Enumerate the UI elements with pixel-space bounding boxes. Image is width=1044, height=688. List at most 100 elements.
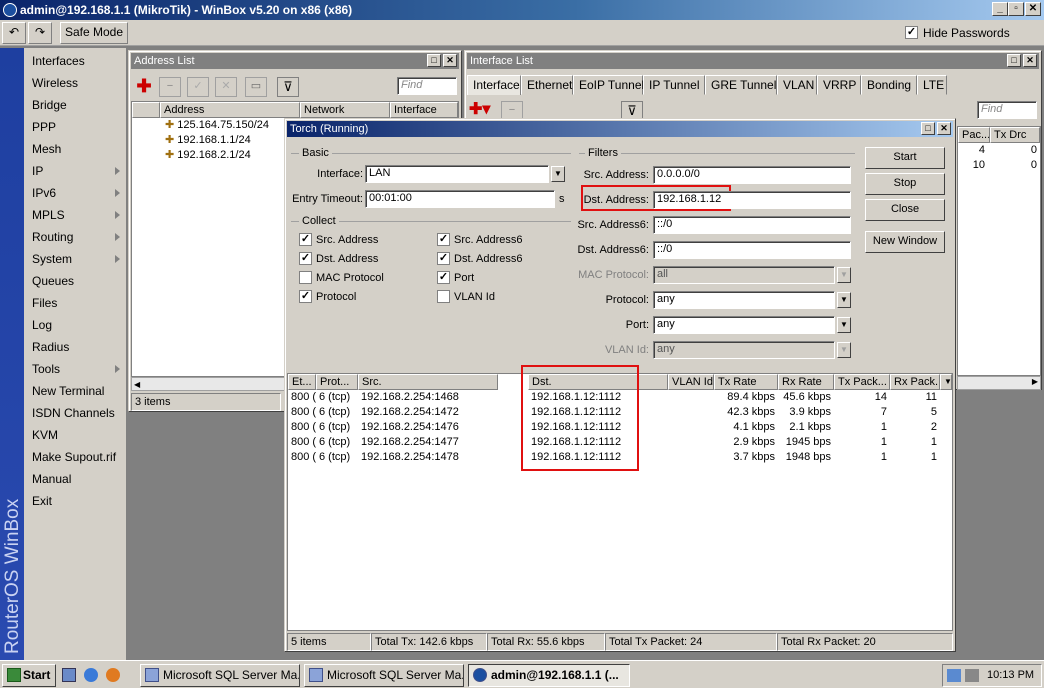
menu-item-tools[interactable]: Tools <box>24 358 126 380</box>
columns-menu-icon[interactable]: ▼ <box>940 374 952 390</box>
new-window-button[interactable]: New Window <box>865 231 945 253</box>
tray-app-icon[interactable] <box>965 669 979 682</box>
add-icon[interactable]: ✚ <box>133 77 155 97</box>
task-sql-server-2[interactable]: Microsoft SQL Server Ma... <box>304 664 464 687</box>
task-winbox[interactable]: admin@192.168.1.1 (... <box>468 664 630 687</box>
scroll-left-icon[interactable]: ◀ <box>132 380 140 389</box>
tab-gre-tunnel[interactable]: GRE Tunnel <box>705 75 777 95</box>
interface-select[interactable]: LAN <box>365 165 549 183</box>
filter-protocol-input[interactable]: any <box>653 291 835 309</box>
menu-item-isdn-channels[interactable]: ISDN Channels <box>24 402 126 424</box>
tab-vrrp[interactable]: VRRP <box>817 75 861 95</box>
menu-item-ipv6[interactable]: IPv6 <box>24 182 126 204</box>
torch-status-rx-packet: Total Rx Packet: 20 <box>777 633 953 651</box>
collect-checkbox-src-address[interactable]: ✓ <box>299 233 312 246</box>
scroll-right-icon[interactable]: ▶ <box>957 376 1041 390</box>
tab-interface[interactable]: Interface <box>467 75 521 95</box>
column-header-tx-packets[interactable]: Tx Pack... <box>834 374 890 390</box>
column-header-packets[interactable]: Pac... <box>958 127 990 143</box>
interface-find-input[interactable]: Find <box>977 101 1037 119</box>
column-header-rx-packets[interactable]: Rx Pack... <box>890 374 940 390</box>
column-header-rx-rate[interactable]: Rx Rate <box>778 374 834 390</box>
column-header-src[interactable]: Src. <box>358 374 498 390</box>
menu-item-interfaces[interactable]: Interfaces <box>24 50 126 72</box>
collect-checkbox-dst-address6[interactable]: ✓ <box>437 252 450 265</box>
menu-item-mpls[interactable]: MPLS <box>24 204 126 226</box>
comment-icon[interactable]: ▭ <box>245 77 267 97</box>
filter-src-address-input[interactable]: 0.0.0.0/0 <box>653 166 851 184</box>
column-header-protocol[interactable]: Prot... <box>316 374 358 390</box>
menu-item-manual[interactable]: Manual <box>24 468 126 490</box>
filter-src-address6-input[interactable]: ::/0 <box>653 216 851 234</box>
menu-item-files[interactable]: Files <box>24 292 126 314</box>
column-header-tx-drops[interactable]: Tx Drc <box>990 127 1040 143</box>
filter-dst-address-input[interactable]: 192.168.1.12 <box>653 191 851 209</box>
collect-checkbox-src-address6[interactable]: ✓ <box>437 233 450 246</box>
maximize-icon[interactable]: □ <box>1007 54 1021 67</box>
filter-dst-address6-input[interactable]: ::/0 <box>653 241 851 259</box>
menu-item-wireless[interactable]: Wireless <box>24 72 126 94</box>
remove-icon[interactable]: − <box>159 77 181 97</box>
stop-button[interactable]: Stop <box>865 173 945 195</box>
close-button[interactable]: Close <box>865 199 945 221</box>
collect-checkbox-protocol[interactable]: ✓ <box>299 290 312 303</box>
tab-bonding[interactable]: Bonding <box>861 75 917 95</box>
menu-item-make-supout-rif[interactable]: Make Supout.rif <box>24 446 126 468</box>
column-header-tx-rate[interactable]: Tx Rate <box>714 374 778 390</box>
close-icon[interactable]: ✕ <box>937 122 951 135</box>
column-header-interface[interactable]: Interface <box>390 102 458 118</box>
internet-explorer-icon[interactable] <box>84 668 98 682</box>
collect-checkbox-dst-address[interactable]: ✓ <box>299 252 312 265</box>
start-button[interactable]: Start <box>2 664 56 687</box>
column-header-address[interactable]: Address <box>160 102 300 118</box>
maximize-icon[interactable]: □ <box>921 122 935 135</box>
menu-item-queues[interactable]: Queues <box>24 270 126 292</box>
menu-item-routing[interactable]: Routing <box>24 226 126 248</box>
collect-checkbox-mac-protocol[interactable] <box>299 271 312 284</box>
menu-item-mesh[interactable]: Mesh <box>24 138 126 160</box>
tab-lte[interactable]: LTE <box>917 75 947 95</box>
menu-item-exit[interactable]: Exit <box>24 490 126 512</box>
minimize-icon[interactable]: _ <box>992 2 1008 16</box>
menu-item-log[interactable]: Log <box>24 314 126 336</box>
menu-item-ip[interactable]: IP <box>24 160 126 182</box>
tab-vlan[interactable]: VLAN <box>777 75 817 95</box>
filter-port-input[interactable]: any <box>653 316 835 334</box>
hide-passwords-checkbox[interactable]: ✓ <box>905 26 918 39</box>
column-header-network[interactable]: Network <box>300 102 390 118</box>
start-button[interactable]: Start <box>865 147 945 169</box>
collect-checkbox-port[interactable]: ✓ <box>437 271 450 284</box>
close-icon[interactable]: ✕ <box>1025 2 1041 16</box>
show-desktop-icon[interactable] <box>62 668 76 682</box>
filter-icon[interactable]: ⊽ <box>277 77 299 97</box>
restore-icon[interactable]: ▫ <box>1008 2 1024 16</box>
column-header-ethernet[interactable]: Et... <box>288 374 316 390</box>
safe-mode-button[interactable]: Safe Mode <box>60 22 128 44</box>
dropdown-arrow-icon[interactable]: ▼ <box>837 317 851 333</box>
enable-icon[interactable]: ✓ <box>187 77 209 97</box>
menu-item-kvm[interactable]: KVM <box>24 424 126 446</box>
firefox-icon[interactable] <box>106 668 120 682</box>
tab-ethernet[interactable]: Ethernet <box>521 75 573 95</box>
entry-timeout-input[interactable]: 00:01:00 <box>365 190 555 208</box>
menu-item-radius[interactable]: Radius <box>24 336 126 358</box>
menu-item-label: Manual <box>32 472 72 486</box>
disable-icon[interactable]: ✕ <box>215 77 237 97</box>
close-icon[interactable]: ✕ <box>443 54 457 67</box>
column-header-vlan-id[interactable]: VLAN Id <box>668 374 714 390</box>
address-find-input[interactable]: Find <box>397 77 457 95</box>
menu-item-new-terminal[interactable]: New Terminal <box>24 380 126 402</box>
maximize-icon[interactable]: □ <box>427 54 441 67</box>
dropdown-arrow-icon[interactable]: ▼ <box>837 292 851 308</box>
menu-item-ppp[interactable]: PPP <box>24 116 126 138</box>
redo-button[interactable]: ↷ <box>28 22 52 44</box>
tab-eoip-tunnel[interactable]: EoIP Tunnel <box>573 75 644 95</box>
network-icon[interactable] <box>947 669 961 682</box>
collect-checkbox-vlan-id[interactable] <box>437 290 450 303</box>
menu-item-system[interactable]: System <box>24 248 126 270</box>
menu-item-bridge[interactable]: Bridge <box>24 94 126 116</box>
task-sql-server-1[interactable]: Microsoft SQL Server Ma... <box>140 664 300 687</box>
undo-button[interactable]: ↶ <box>2 22 26 44</box>
close-icon[interactable]: ✕ <box>1023 54 1037 67</box>
tab-ip-tunnel[interactable]: IP Tunnel <box>643 75 705 95</box>
